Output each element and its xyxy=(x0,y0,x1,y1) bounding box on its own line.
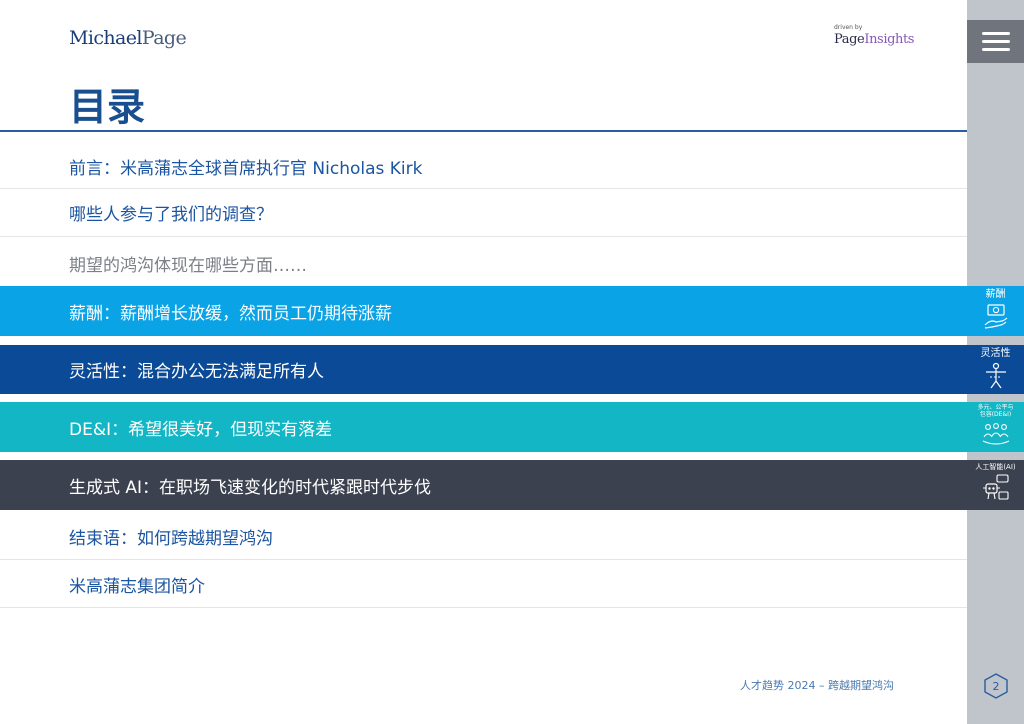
toc-item-survey-participants[interactable]: 哪些人参与了我们的调查？ xyxy=(0,189,967,237)
insights-page-text: Page xyxy=(834,32,865,47)
driven-by-label: driven by xyxy=(834,24,863,31)
page-insights-logo: PageInsights xyxy=(834,32,914,47)
title-divider xyxy=(0,130,967,132)
sidebar-tab-dei[interactable]: 多元、公平与 包容(DE&I) xyxy=(967,402,1024,452)
sidebar: 薪酬 灵活性 多元、公平与 包容(DE&I) 人工智能(AI) 2 xyxy=(967,0,1024,724)
toc-item-about-group[interactable]: 米高蒲志集团简介 xyxy=(0,562,967,608)
toc-item-conclusion[interactable]: 结束语：如何跨越期望鸿沟 xyxy=(0,514,967,560)
page-number-badge: 2 xyxy=(983,673,1009,699)
page-title: 目录 xyxy=(69,85,146,129)
sidebar-tab-flexibility[interactable]: 灵活性 xyxy=(967,345,1024,394)
sidebar-tab-salary-label: 薪酬 xyxy=(985,289,1006,300)
sidebar-tab-salary[interactable]: 薪酬 xyxy=(967,286,1024,336)
hamburger-menu-button[interactable] xyxy=(967,20,1024,63)
sidebar-tab-ai[interactable]: 人工智能(AI) xyxy=(967,460,1024,510)
toc-item-expectation-gap[interactable]: 期望的鸿沟体现在哪些方面…… xyxy=(0,240,967,286)
person-flexibility-icon xyxy=(985,362,1006,388)
document-page: MichaelPage driven by PageInsights 目录 前言… xyxy=(0,0,967,724)
menu-line-icon xyxy=(981,48,1010,51)
page-number: 2 xyxy=(992,679,1000,693)
sidebar-tab-ai-label: 人工智能(AI) xyxy=(975,463,1016,471)
toc-item-flexibility[interactable]: 灵活性：混合办公无法满足所有人 xyxy=(0,345,967,394)
logo-page-text: Page xyxy=(141,27,187,49)
menu-line-icon xyxy=(981,32,1010,35)
insights-word-text: Insights xyxy=(864,32,915,47)
logo-michael-text: Michael xyxy=(69,27,142,49)
michael-page-logo[interactable]: MichaelPage xyxy=(69,27,187,49)
toc-item-dei[interactable]: DE&I：希望很美好，但现实有落差 xyxy=(0,402,967,452)
toc-item-generative-ai[interactable]: 生成式 AI：在职场飞速变化的时代紧跟时代步伐 xyxy=(0,460,967,510)
menu-line-icon xyxy=(981,40,1010,43)
sidebar-tab-flexibility-label: 灵活性 xyxy=(980,348,1011,359)
robot-icon xyxy=(982,474,1009,500)
toc-item-foreword[interactable]: 前言：米高蒲志全球首席执行官 Nicholas Kirk xyxy=(0,144,967,189)
sidebar-tab-dei-label-line2: 包容(DE&I) xyxy=(979,410,1012,418)
people-group-icon xyxy=(982,422,1009,445)
toc-item-salary[interactable]: 薪酬：薪酬增长放缓，然而员工仍期待涨薪 xyxy=(0,286,967,336)
money-hand-icon xyxy=(984,303,1007,329)
footer-text: 人才趋势 2024 – 跨越期望鸿沟 xyxy=(740,679,894,692)
